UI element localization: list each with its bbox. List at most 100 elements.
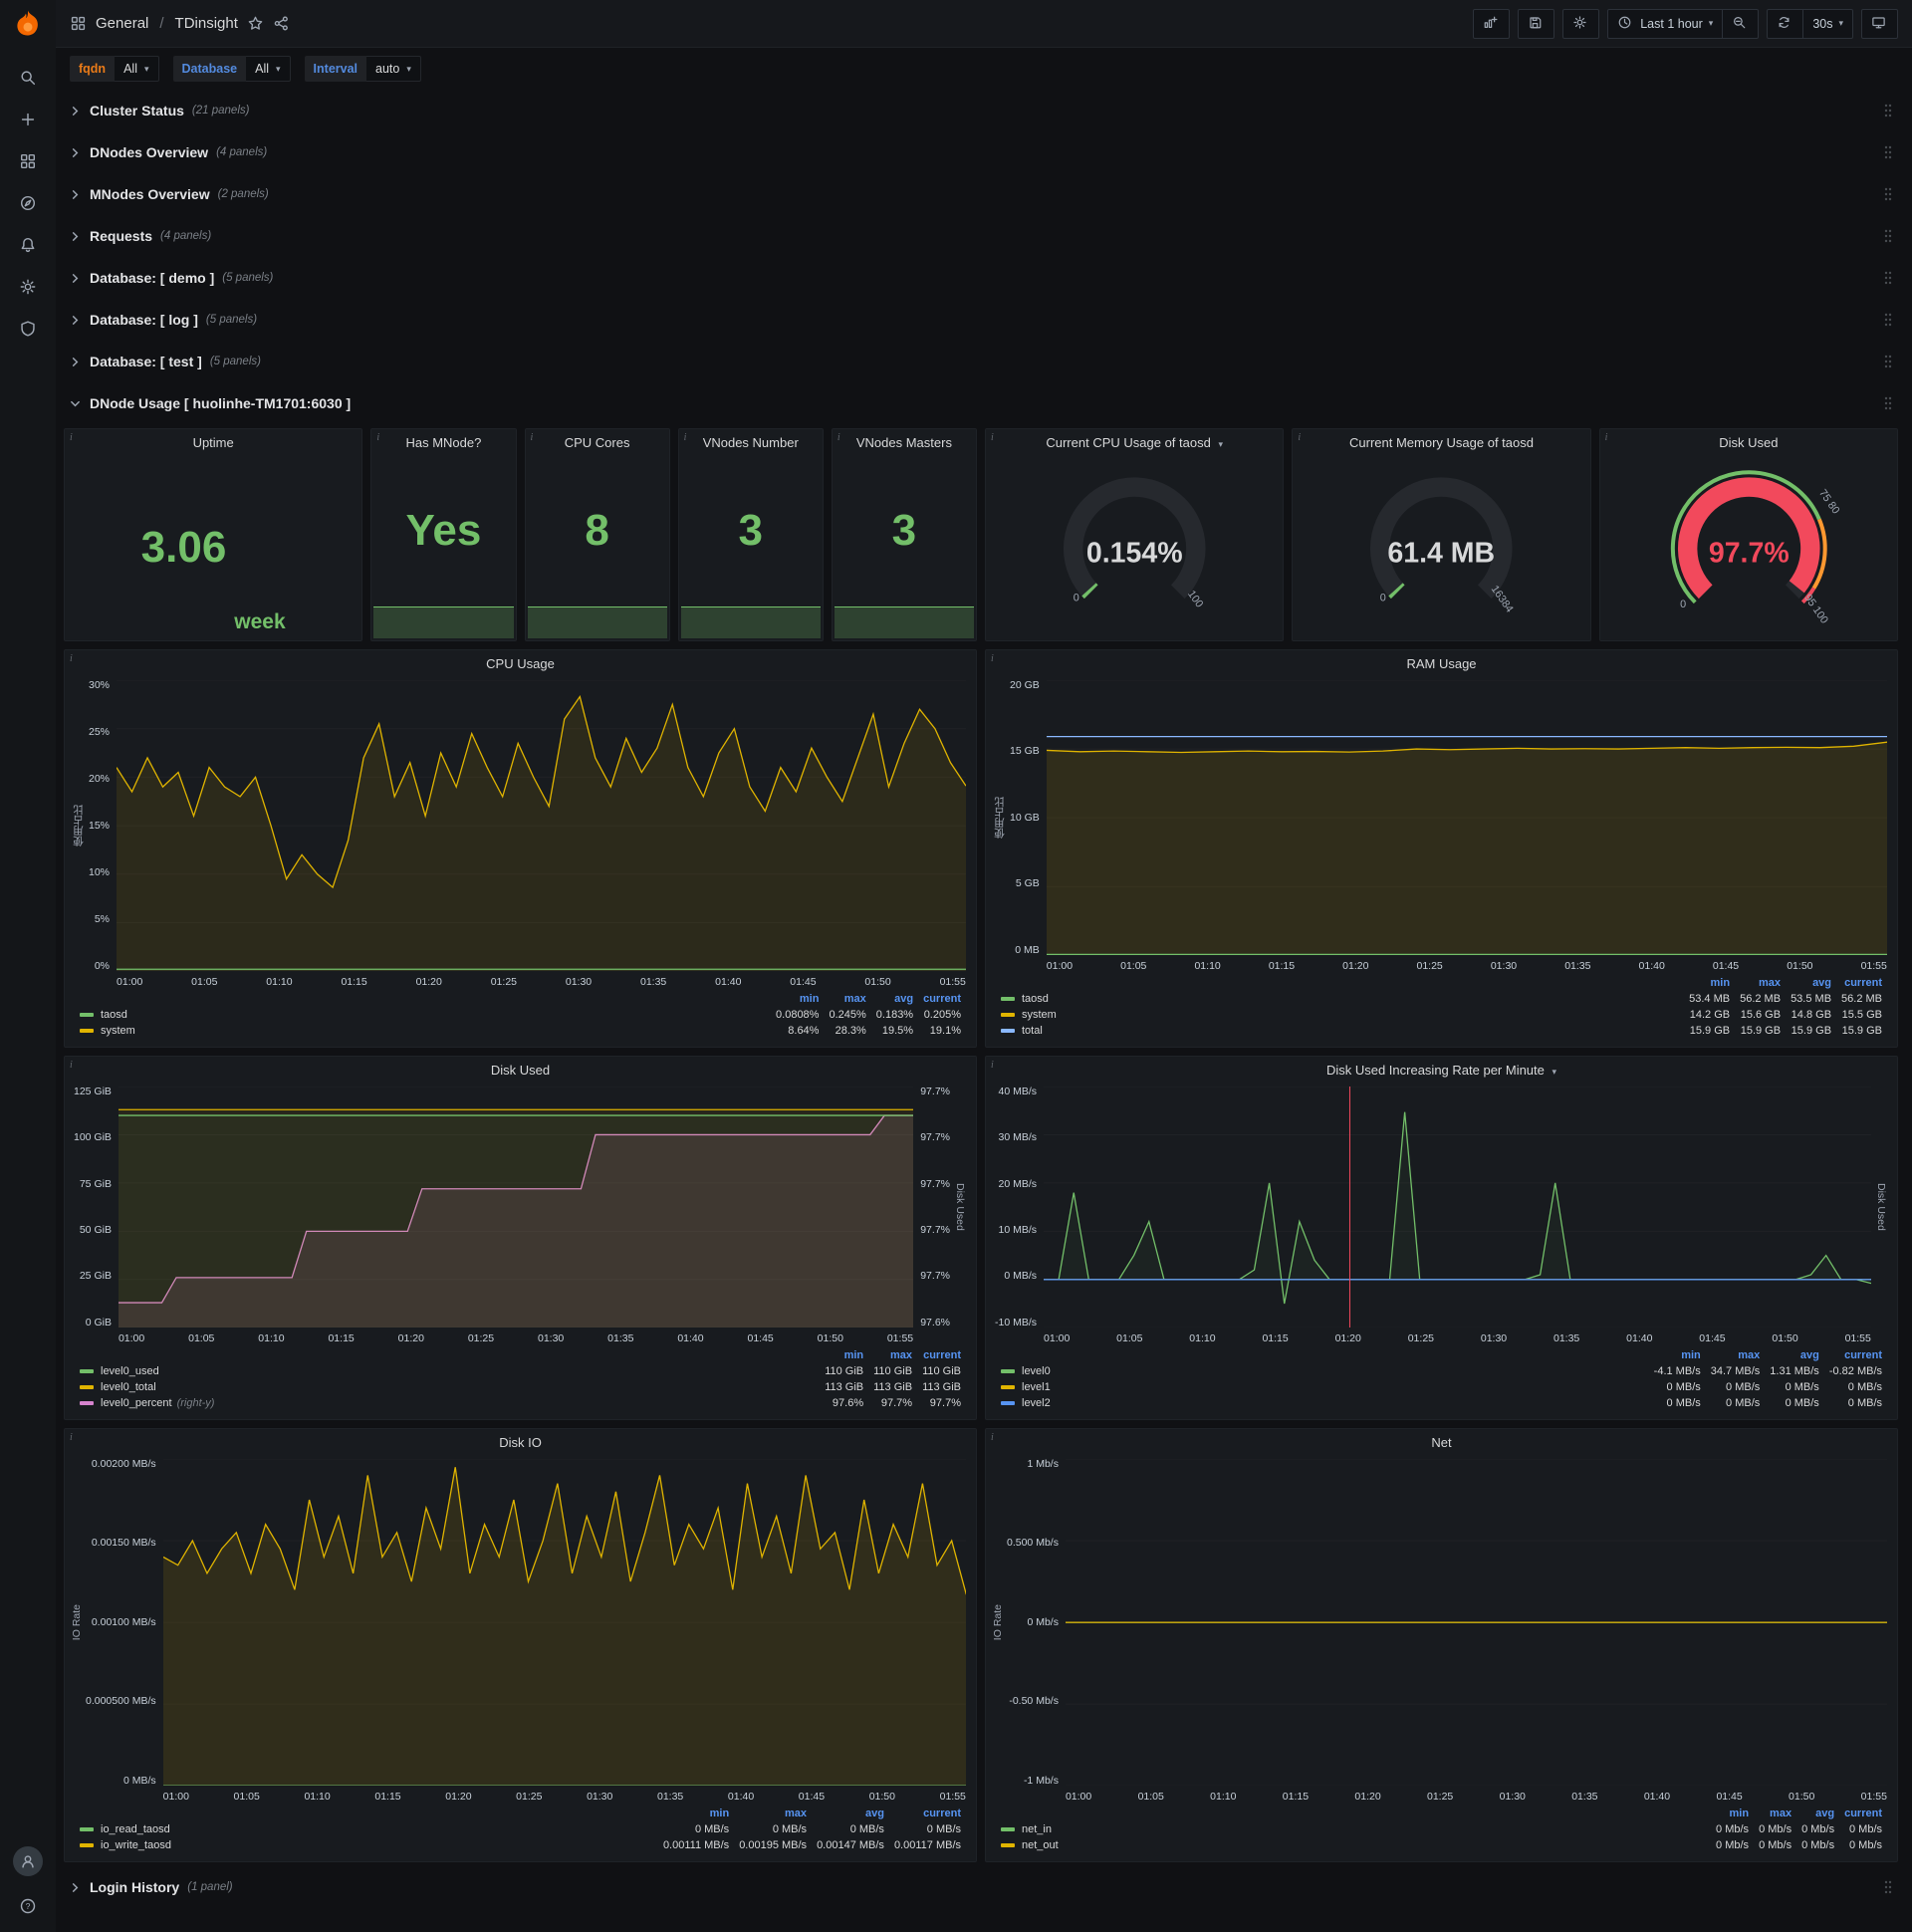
panel-info-icon[interactable]: i (991, 1060, 994, 1071)
legend-column-header[interactable]: min (771, 992, 824, 1008)
legend-column-header[interactable]: min (1649, 1348, 1706, 1364)
refresh-interval-picker[interactable]: 30s ▾ (1803, 8, 1853, 39)
legend-series-name[interactable]: io_write_taosd (75, 1838, 658, 1854)
variable-database[interactable]: Database All ▾ (172, 56, 291, 82)
legend-series-name[interactable]: level0_used (75, 1364, 820, 1380)
panel-title[interactable]: VNodes Number (703, 435, 799, 450)
add-panel-button[interactable] (1473, 8, 1511, 39)
drag-handle-icon[interactable] (1884, 396, 1892, 410)
dashboard-apps-icon[interactable] (70, 15, 87, 32)
save-dashboard-button[interactable] (1518, 8, 1555, 39)
panel-title[interactable]: CPU Cores (565, 435, 630, 450)
sidebar-compass-icon[interactable] (8, 185, 48, 221)
share-icon[interactable] (273, 15, 290, 32)
legend-column-header[interactable]: avg (1786, 976, 1836, 992)
legend-series-name[interactable]: level0_percent (right-y) (75, 1396, 820, 1412)
zoom-out-time-button[interactable] (1723, 8, 1760, 39)
panel-title[interactable]: Has MNode? (405, 435, 481, 450)
sidebar-cog-icon[interactable] (8, 269, 48, 305)
legend-series-name[interactable]: system (75, 1024, 771, 1040)
row-database-test[interactable]: Database: [ test ] (5 panels) (64, 345, 1898, 378)
panel-info-icon[interactable]: i (70, 1060, 73, 1071)
legend-series-name[interactable]: net_in (996, 1822, 1711, 1838)
legend-series-name[interactable]: level0 (996, 1364, 1649, 1380)
legend-column-header[interactable]: current (1824, 1348, 1887, 1364)
legend-series-name[interactable]: level1 (996, 1380, 1649, 1396)
legend-series-name[interactable]: net_out (996, 1838, 1711, 1854)
legend-column-header[interactable]: min (658, 1807, 734, 1822)
legend-column-header[interactable]: max (1735, 976, 1786, 992)
panel-info-icon[interactable]: i (70, 432, 73, 443)
sidebar-plus-icon[interactable] (8, 102, 48, 137)
sidebar-help-icon[interactable]: ? (8, 1888, 48, 1924)
row-dnode-usage[interactable]: DNode Usage [ huolinhe-TM1701:6030 ] (64, 386, 1898, 420)
variable-interval[interactable]: Interval auto ▾ (304, 56, 421, 82)
panel-title[interactable]: VNodes Masters (856, 435, 952, 450)
legend-series-name[interactable]: taosd (996, 992, 1684, 1008)
panel-info-icon[interactable]: i (1298, 432, 1301, 443)
variable-fqdn[interactable]: fqdn All ▾ (70, 56, 159, 82)
panel-info-icon[interactable]: i (837, 432, 840, 443)
legend-column-header[interactable]: min (820, 1348, 868, 1364)
legend-column-header[interactable]: avg (1765, 1348, 1824, 1364)
legend-column-header[interactable]: avg (871, 992, 918, 1008)
refresh-button[interactable] (1767, 8, 1804, 39)
breadcrumb-folder[interactable]: General (96, 15, 148, 32)
panel-title[interactable]: Disk Used Increasing Rate per Minute ▾ (1326, 1063, 1556, 1078)
panel-info-icon[interactable]: i (1605, 432, 1608, 443)
drag-handle-icon[interactable] (1884, 229, 1892, 243)
legend-series-name[interactable]: level0_total (75, 1380, 820, 1396)
panel-title[interactable]: Disk IO (499, 1435, 542, 1450)
time-series-plot[interactable] (1044, 1087, 1871, 1328)
drag-handle-icon[interactable] (1884, 187, 1892, 201)
panel-title[interactable]: Uptime (193, 435, 234, 450)
drag-handle-icon[interactable] (1884, 271, 1892, 285)
panel-title[interactable]: CPU Usage (486, 656, 555, 671)
panel-title[interactable]: Current CPU Usage of taosd ▾ (1046, 435, 1223, 450)
panel-info-icon[interactable]: i (991, 1432, 994, 1443)
panel-info-icon[interactable]: i (684, 432, 687, 443)
sidebar-apps-icon[interactable] (8, 143, 48, 179)
panel-info-icon[interactable]: i (991, 432, 994, 443)
row-database-log[interactable]: Database: [ log ] (5 panels) (64, 303, 1898, 337)
row-requests[interactable]: Requests (4 panels) (64, 219, 1898, 253)
legend-series-name[interactable]: system (996, 1008, 1684, 1024)
panel-info-icon[interactable]: i (70, 1432, 73, 1443)
grafana-logo-icon[interactable] (11, 8, 45, 42)
panel-info-icon[interactable]: i (531, 432, 534, 443)
panel-title[interactable]: Disk Used (491, 1063, 550, 1078)
time-series-plot[interactable] (162, 1459, 966, 1787)
dashboard-settings-button[interactable] (1562, 8, 1600, 39)
row-login-history[interactable]: Login History (1 panel) (64, 1870, 1898, 1904)
sidebar-shield-icon[interactable] (8, 311, 48, 347)
panel-info-icon[interactable]: i (70, 653, 73, 664)
row-cluster-status[interactable]: Cluster Status (21 panels) (64, 94, 1898, 127)
time-range-picker[interactable]: Last 1 hour ▾ (1607, 8, 1724, 39)
drag-handle-icon[interactable] (1884, 104, 1892, 118)
legend-series-name[interactable]: level2 (996, 1396, 1649, 1412)
panel-info-icon[interactable]: i (991, 653, 994, 664)
breadcrumb-dashboard-title[interactable]: TDinsight (175, 15, 238, 32)
legend-column-header[interactable]: min (1684, 976, 1735, 992)
panel-title[interactable]: Disk Used (1719, 435, 1778, 450)
legend-column-header[interactable]: avg (812, 1807, 889, 1822)
time-series-plot[interactable] (1066, 1459, 1887, 1786)
legend-column-header[interactable]: current (1836, 976, 1887, 992)
legend-column-header[interactable]: current (918, 992, 966, 1008)
time-series-plot[interactable] (1046, 680, 1887, 956)
legend-column-header[interactable]: max (1754, 1807, 1796, 1822)
legend-series-name[interactable]: total (996, 1024, 1684, 1040)
tv-mode-button[interactable] (1861, 8, 1898, 39)
sidebar-bell-icon[interactable] (8, 227, 48, 263)
drag-handle-icon[interactable] (1884, 355, 1892, 368)
row-database-demo[interactable]: Database: [ demo ] (5 panels) (64, 261, 1898, 295)
legend-column-header[interactable]: avg (1796, 1807, 1839, 1822)
legend-series-name[interactable]: io_read_taosd (75, 1822, 658, 1838)
panel-info-icon[interactable]: i (376, 432, 379, 443)
row-dnodes-overview[interactable]: DNodes Overview (4 panels) (64, 135, 1898, 169)
drag-handle-icon[interactable] (1884, 1880, 1892, 1894)
panel-menu-caret-icon[interactable]: ▾ (1553, 1067, 1557, 1077)
time-series-plot[interactable] (118, 1087, 914, 1328)
legend-column-header[interactable]: max (868, 1348, 917, 1364)
drag-handle-icon[interactable] (1884, 145, 1892, 159)
